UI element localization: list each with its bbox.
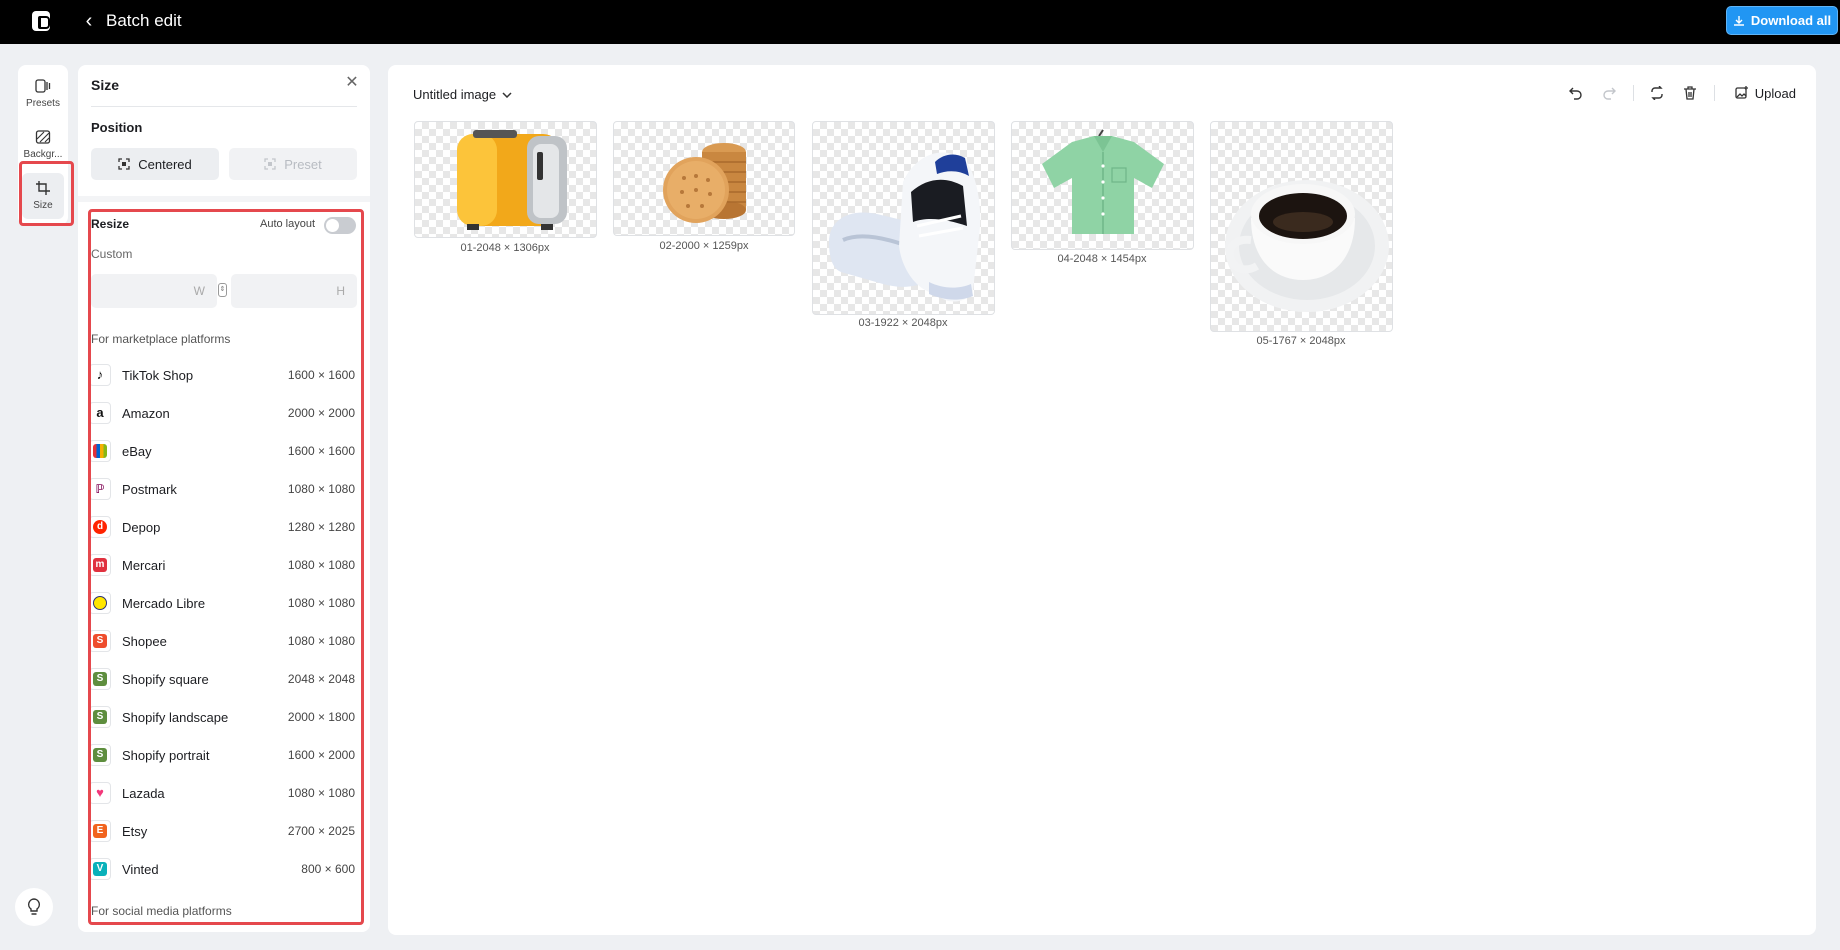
section-divider — [78, 196, 370, 202]
download-all-button[interactable]: Download all — [1726, 6, 1838, 35]
preset-button[interactable]: Preset — [229, 148, 357, 180]
image-thumbnail-3[interactable] — [812, 121, 995, 315]
upload-label: Upload — [1754, 85, 1796, 101]
centered-button[interactable]: Centered — [91, 148, 219, 180]
image-caption: 04-2048 × 1454px — [1057, 253, 1147, 265]
download-icon — [1733, 15, 1744, 26]
page-title: Batch edit — [106, 11, 182, 30]
preset-focus-icon — [264, 158, 276, 170]
add-image-icon — [1735, 86, 1748, 99]
rail-item-presets[interactable]: Presets — [18, 71, 68, 117]
image-canvas: Untitled image Upload 01-2048 × 1306px 0… — [388, 65, 1816, 935]
rail-label-presets: Presets — [26, 98, 60, 109]
image-thumbnail-2[interactable] — [613, 121, 795, 236]
document-name: Untitled image — [413, 87, 497, 102]
crackers-image — [663, 143, 746, 223]
centered-label: Centered — [138, 156, 192, 172]
image-thumbnail-4[interactable] — [1011, 121, 1194, 250]
redo-icon[interactable] — [1599, 83, 1619, 103]
image-caption: 05-1767 × 2048px — [1256, 335, 1346, 347]
toolbar-divider — [1713, 85, 1715, 101]
image-caption: 01-2048 × 1306px — [460, 242, 550, 254]
toolbar-divider — [1632, 85, 1634, 101]
chevron-down-icon — [502, 91, 512, 98]
panel-title: Size — [91, 77, 120, 93]
center-focus-icon — [118, 158, 130, 170]
preset-label: Preset — [284, 156, 322, 172]
document-name-dropdown[interactable]: Untitled image — [413, 87, 512, 102]
highlight-box — [19, 161, 74, 226]
toaster-image — [457, 130, 567, 230]
tips-button[interactable] — [15, 888, 53, 926]
rail-label-background: Backgr... — [23, 149, 63, 160]
shirt-image — [1042, 129, 1164, 234]
presets-icon — [35, 79, 51, 93]
upload-button[interactable]: Upload — [1735, 86, 1796, 101]
top-bar: ‹ Batch edit Download all — [0, 0, 1840, 44]
image-caption: 02-2000 × 1259px — [659, 240, 749, 252]
download-all-label: Download all — [1750, 13, 1832, 28]
canvas-toolbar: Upload — [1553, 83, 1796, 103]
divider — [91, 106, 357, 107]
sneaker-image — [829, 152, 981, 302]
image-thumbnail-5[interactable] — [1210, 121, 1393, 332]
image-caption: 03-1922 × 2048px — [858, 317, 948, 329]
highlight-box — [88, 209, 364, 925]
position-label: Position — [91, 120, 143, 135]
lightbulb-icon — [27, 898, 41, 915]
app-logo-icon[interactable] — [32, 11, 50, 31]
undo-icon[interactable] — [1566, 83, 1586, 103]
background-icon — [35, 130, 51, 144]
back-arrow-icon[interactable]: ‹ — [79, 10, 99, 32]
close-icon[interactable]: ✕ — [344, 75, 360, 91]
replace-icon[interactable] — [1647, 83, 1667, 103]
trash-icon[interactable] — [1680, 83, 1700, 103]
image-thumbnail-1[interactable] — [414, 121, 597, 238]
coffee-cup-image — [1225, 180, 1389, 312]
